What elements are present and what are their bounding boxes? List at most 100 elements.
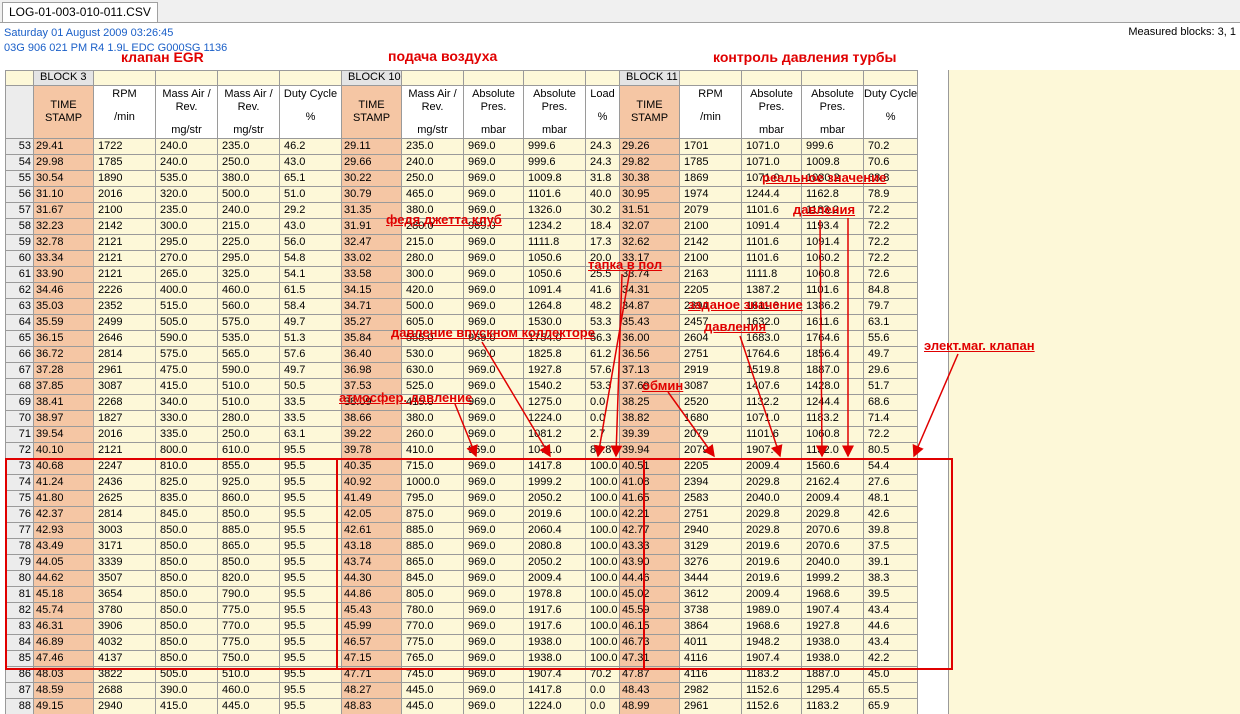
table-cell: 969.0 (463, 362, 524, 379)
table-row: 59 32.78 2121 295.0 225.0 56.0 32.47 215.0 969.0… (5, 234, 919, 251)
time-stamp-cell: 33.58 (341, 266, 402, 283)
table-cell: 40.0 (585, 186, 620, 203)
table-cell: 1224.0 (523, 410, 586, 427)
table-cell: 969.0 (463, 298, 524, 315)
table-cell: 250.0 (217, 154, 280, 171)
table-cell: 54.8 (279, 250, 342, 267)
table-cell: 380.0 (401, 410, 464, 427)
row-number: 72 (5, 442, 34, 459)
table-cell: 50.5 (279, 378, 342, 395)
table-cell: 24.3 (585, 138, 620, 155)
table-cell: 2079 (679, 202, 742, 219)
table-cell: 235.0 (155, 202, 218, 219)
table-cell: 55.6 (862, 330, 919, 347)
time-stamp-cell: 48.83 (341, 698, 402, 714)
table-cell: 969.0 (463, 170, 524, 187)
table-cell: 1183.2 (801, 410, 864, 427)
table-cell: 1050.6 (523, 266, 586, 283)
row-number: 65 (5, 330, 34, 347)
table-cell: 54.1 (279, 266, 342, 283)
time-stamp-cell: 48.59 (33, 682, 94, 699)
table-cell: 460.0 (217, 282, 280, 299)
row-number: 70 (5, 410, 34, 427)
table-cell: 969.0 (463, 698, 524, 714)
table-cell: 250.0 (401, 170, 464, 187)
table-cell: 2100 (679, 218, 742, 235)
time-stamp-cell: 33.90 (33, 266, 94, 283)
table-cell: 2100 (679, 250, 742, 267)
time-stamp-cell: 33.02 (341, 250, 402, 267)
row-number: 53 (5, 138, 34, 155)
time-stamp-cell: 29.98 (33, 154, 94, 171)
table-cell: 590.0 (155, 330, 218, 347)
table-cell: 270.0 (155, 250, 218, 267)
annotation-rpm: обмин (642, 378, 684, 393)
table-cell: 84.8 (862, 282, 919, 299)
table-cell: 969.0 (463, 138, 524, 155)
time-stamp-cell: 32.47 (341, 234, 402, 251)
table-cell: 2163 (679, 266, 742, 283)
table-cell: 340.0 (155, 394, 218, 411)
table-cell: 29.6 (862, 362, 919, 379)
table-cell: 390.0 (155, 682, 218, 699)
table-cell: 1101.6 (741, 426, 802, 443)
table-cell: 57.6 (279, 346, 342, 363)
row-number: 57 (5, 202, 34, 219)
table-row: 71 39.54 2016 335.0 250.0 63.1 39.22 260.0 969.0… (5, 426, 919, 443)
table-cell: 295.0 (217, 250, 280, 267)
table-cell: 63.1 (279, 426, 342, 443)
table-cell: 2499 (93, 314, 156, 331)
table-row: 54 29.98 1785 240.0 250.0 43.0 29.66 240.0 969.0… (5, 154, 919, 171)
table-cell: 320.0 (155, 186, 218, 203)
block-header-row: BLOCK 3 BLOCK 10 BLOCK 11 (5, 70, 919, 86)
time-stamp-cell: 30.95 (619, 186, 680, 203)
table-cell: 240.0 (401, 154, 464, 171)
time-stamp-cell: 36.00 (619, 330, 680, 347)
table-cell: 65.5 (862, 682, 919, 699)
table-cell: 510.0 (217, 378, 280, 395)
time-stamp-cell: 35.59 (33, 314, 94, 331)
row-number: 60 (5, 250, 34, 267)
table-cell: 1386.2 (801, 298, 864, 315)
column-header: RPM/min (93, 85, 156, 139)
table-cell: 1264.8 (523, 298, 586, 315)
table-cell: 2226 (93, 282, 156, 299)
table-cell: 1890 (93, 170, 156, 187)
row-number: 66 (5, 346, 34, 363)
table-cell: 969.0 (463, 266, 524, 283)
table-cell: 1060.8 (801, 426, 864, 443)
table-cell: 500.0 (217, 186, 280, 203)
time-stamp-cell: 48.27 (341, 682, 402, 699)
table-cell: 1152.6 (741, 682, 802, 699)
table-cell: 505.0 (155, 314, 218, 331)
table-cell: 95.5 (279, 682, 342, 699)
time-stamp-cell: 32.62 (619, 234, 680, 251)
table-cell: 63.1 (862, 314, 919, 331)
time-stamp-cell: 37.85 (33, 378, 94, 395)
time-stamp-cell: 48.99 (619, 698, 680, 714)
table-cell: 1611.6 (801, 314, 864, 331)
file-tab[interactable]: LOG-01-003-010-011.CSV (2, 2, 158, 22)
table-cell: 1519.8 (741, 362, 802, 379)
table-cell: 969.0 (463, 154, 524, 171)
table-cell: 1428.0 (801, 378, 864, 395)
table-cell: 240.0 (155, 154, 218, 171)
table-cell: 70.6 (862, 154, 919, 171)
time-stamp-cell: 29.11 (341, 138, 402, 155)
table-cell: 53.3 (585, 378, 620, 395)
table-cell: 2121 (93, 234, 156, 251)
row-number: 67 (5, 362, 34, 379)
table-cell: 46.2 (279, 138, 342, 155)
corner-cell (5, 70, 34, 86)
table-cell: 65.9 (862, 698, 919, 714)
time-stamp-cell: 33.34 (33, 250, 94, 267)
table-cell: 240.0 (155, 138, 218, 155)
table-cell: 575.0 (217, 314, 280, 331)
column-header: Mass Air / Rev. mg/str (155, 85, 218, 139)
table-row: 67 37.28 2961 475.0 590.0 49.7 36.98 630.0 969.0… (5, 362, 919, 379)
table-cell: 49.7 (862, 346, 919, 363)
table-cell: 630.0 (401, 362, 464, 379)
table-cell: 460.0 (217, 682, 280, 699)
table-cell: 61.5 (279, 282, 342, 299)
table-cell: 0.0 (585, 682, 620, 699)
